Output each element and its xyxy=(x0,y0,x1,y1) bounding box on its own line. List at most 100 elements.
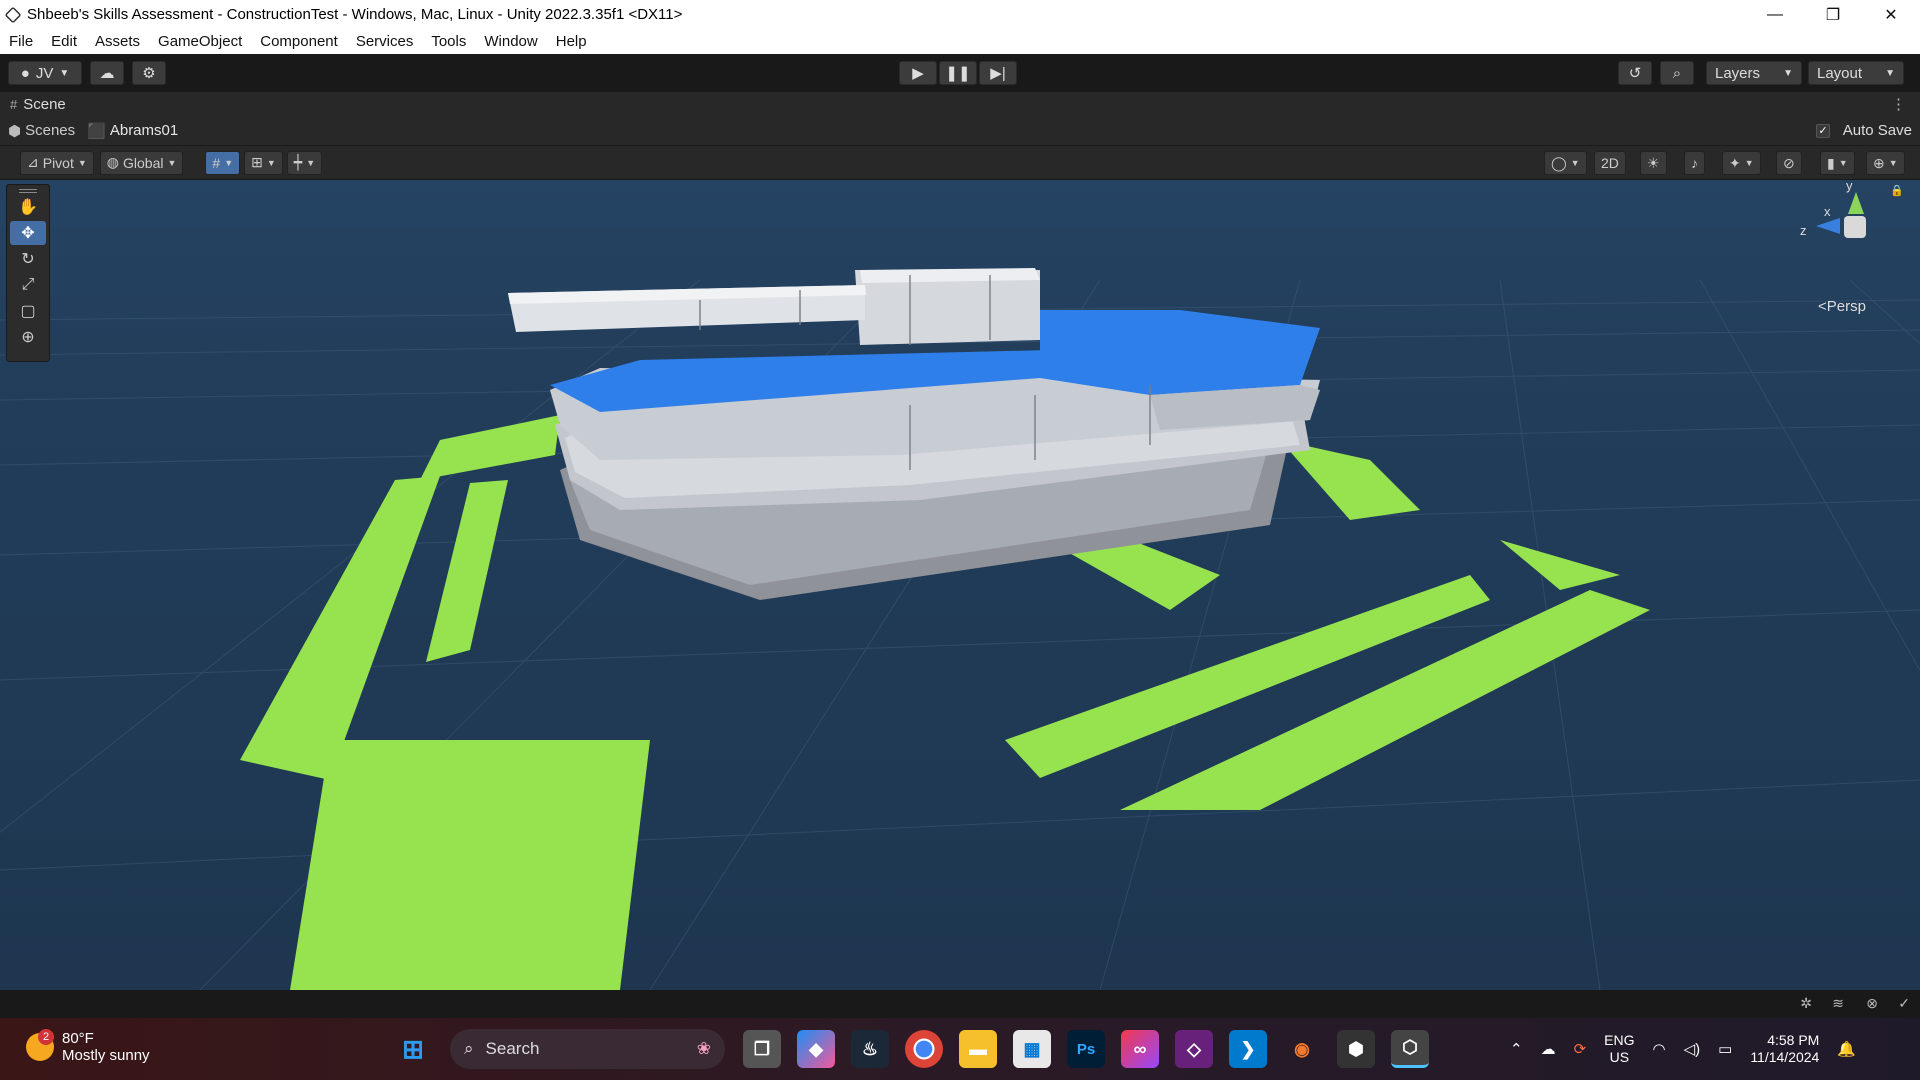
scale-icon: ⤢ xyxy=(21,276,35,293)
creative-cloud-button[interactable]: ∞ xyxy=(1121,1030,1159,1068)
steam-button[interactable]: ♨ xyxy=(851,1030,889,1068)
camera-dropdown[interactable]: ▮ ▼ xyxy=(1820,151,1855,175)
menu-edit[interactable]: Edit xyxy=(42,33,86,50)
gizmo-z-cone[interactable] xyxy=(1816,218,1840,234)
breadcrumb-object[interactable]: Abrams01 xyxy=(110,122,178,139)
notifications-icon[interactable]: 🔔 xyxy=(1837,1040,1856,1058)
effects-icon: ✦ xyxy=(1729,154,1741,171)
move-tool[interactable]: ✥ xyxy=(10,221,46,245)
auto-save-checkbox[interactable]: ✓ xyxy=(1816,124,1830,138)
start-button[interactable]: ⊞ xyxy=(394,1030,432,1068)
minimize-button[interactable]: — xyxy=(1746,0,1804,29)
chevron-down-icon: ▼ xyxy=(266,157,276,168)
step-button[interactable]: ▶| xyxy=(979,61,1017,85)
gizmos-dropdown[interactable]: ⊕ ▼ xyxy=(1866,151,1905,175)
sync-icon[interactable]: ⟳ xyxy=(1574,1040,1587,1058)
increment-snap-toggle[interactable]: ┿ ▼ xyxy=(286,150,323,175)
menu-component[interactable]: Component xyxy=(251,33,347,50)
breadcrumb-scenes[interactable]: Scenes xyxy=(25,122,75,139)
maximize-button[interactable]: ❐ xyxy=(1804,0,1862,29)
wifi-icon[interactable]: ◠ xyxy=(1653,1040,1666,1058)
layout-dropdown[interactable]: Layout ▼ xyxy=(1808,61,1904,85)
orientation-gizmo[interactable]: y x z 🔒 xyxy=(1790,180,1910,270)
network-off-icon[interactable]: ⊗ xyxy=(1866,995,1878,1012)
show-hidden-icons-button[interactable]: ⌃ xyxy=(1510,1040,1523,1058)
layers-dropdown[interactable]: Layers ▼ xyxy=(1706,61,1802,85)
chevron-down-icon: ▼ xyxy=(167,157,177,168)
more-options-icon[interactable]: ⋮ xyxy=(1891,95,1906,113)
clock-date: 11/14/2024 xyxy=(1750,1049,1820,1065)
menu-tools[interactable]: Tools xyxy=(422,33,475,50)
effects-dropdown[interactable]: ✦ ▼ xyxy=(1722,151,1761,175)
lang-label: ENG xyxy=(1604,1032,1635,1048)
menu-window[interactable]: Window xyxy=(475,33,546,50)
check-circle-icon[interactable]: ✓ xyxy=(1898,995,1910,1012)
lighting-toggle[interactable]: ☀ xyxy=(1640,151,1667,175)
onedrive-icon[interactable]: ☁ xyxy=(1541,1040,1556,1058)
grid-snap-toggle[interactable]: # ▼ xyxy=(205,150,241,175)
projection-toggle[interactable]: <Persp xyxy=(1818,298,1866,315)
grid-icon: # xyxy=(10,96,18,112)
gizmo-y-cone[interactable] xyxy=(1848,192,1864,214)
debug-icon[interactable]: ✲ xyxy=(1800,995,1812,1012)
clock[interactable]: 4:58 PM 11/14/2024 xyxy=(1750,1032,1819,1066)
store-button[interactable]: ▦ xyxy=(1013,1030,1051,1068)
pivot-dropdown[interactable]: ⊿ Pivot ▼ xyxy=(20,150,94,175)
menu-help[interactable]: Help xyxy=(547,33,596,50)
scene-visibility-toggle[interactable]: ⊘ xyxy=(1776,151,1802,175)
menu-file[interactable]: File xyxy=(0,33,42,50)
scene-tab-bar: # Scene ⋮ xyxy=(0,92,1920,116)
unity-editor-button[interactable]: ⬡ xyxy=(1391,1030,1429,1068)
vscode-button[interactable]: ❯ xyxy=(1229,1030,1267,1068)
draw-mode-dropdown[interactable]: ◯ ▼ xyxy=(1544,151,1587,175)
menu-services[interactable]: Services xyxy=(347,33,423,50)
hand-tool[interactable]: ✋ xyxy=(10,195,46,219)
account-dropdown[interactable]: ● JV ▼ xyxy=(8,61,82,85)
scale-tool[interactable]: ⤢ xyxy=(10,273,46,297)
copilot-button[interactable]: ◆ xyxy=(797,1030,835,1068)
cloud-button[interactable]: ☁ xyxy=(90,61,124,85)
gizmo-lock-icon[interactable]: 🔒 xyxy=(1890,184,1904,197)
window-title: Shbeeb's Skills Assessment - Constructio… xyxy=(27,6,683,23)
photoshop-button[interactable]: Ps xyxy=(1067,1030,1105,1068)
rect-tool[interactable]: ▢ xyxy=(10,299,46,323)
transform-tool[interactable]: ⊕ xyxy=(10,325,46,349)
chrome-button[interactable] xyxy=(905,1030,943,1068)
file-explorer-button[interactable]: ▬ xyxy=(959,1030,997,1068)
unity-hub-button[interactable]: ⬢ xyxy=(1337,1030,1375,1068)
pause-button[interactable]: ❚❚ xyxy=(939,61,977,85)
scene-view-toolbar: ⊿ Pivot ▼ ◍ Global ▼ # ▼ ⊞ ▼ ┿ ▼ ◯ ▼ 2D … xyxy=(0,146,1920,180)
search-icon: ⌕ xyxy=(464,1039,474,1058)
scene-render xyxy=(0,180,1920,990)
chevron-down-icon: ▼ xyxy=(1570,158,1580,168)
panel-handle[interactable] xyxy=(19,189,37,193)
layers-stack-icon[interactable]: ≋ xyxy=(1832,995,1844,1012)
search-button[interactable]: ⌕ xyxy=(1660,61,1694,85)
audio-toggle[interactable]: ♪ xyxy=(1684,151,1705,175)
unity-logo-icon xyxy=(4,6,22,23)
task-view-button[interactable]: ❐ xyxy=(743,1030,781,1068)
global-dropdown[interactable]: ◍ Global ▼ xyxy=(99,150,184,175)
menu-assets[interactable]: Assets xyxy=(86,33,149,50)
tab-scene[interactable]: Scene xyxy=(23,96,66,113)
unity-hub-icon: ⬢ xyxy=(1348,1038,1364,1059)
chevron-down-icon: ▼ xyxy=(1744,158,1754,168)
rotate-tool[interactable]: ↻ xyxy=(10,247,46,271)
toggle-2d-button[interactable]: 2D xyxy=(1594,151,1626,175)
scene-viewport[interactable]: y x z 🔒 <Persp xyxy=(0,180,1920,990)
weather-widget[interactable]: 2 80°F Mostly sunny xyxy=(26,1029,150,1064)
blender-button[interactable]: ◉ xyxy=(1283,1030,1321,1068)
gizmo-center-cube[interactable] xyxy=(1844,216,1866,238)
collab-button[interactable]: ⚙ xyxy=(132,61,166,85)
battery-icon[interactable]: ▭ xyxy=(1718,1040,1732,1058)
menu-gameobject[interactable]: GameObject xyxy=(149,33,251,50)
volume-icon[interactable]: ◁) xyxy=(1684,1040,1701,1058)
history-button[interactable]: ↺ xyxy=(1618,61,1652,85)
visual-studio-button[interactable]: ◇ xyxy=(1175,1030,1213,1068)
close-button[interactable]: ✕ xyxy=(1862,0,1920,29)
taskbar-search[interactable]: ⌕ Search ❀ xyxy=(450,1029,725,1069)
language-indicator[interactable]: ENG US xyxy=(1604,1032,1634,1066)
toggle-2d-label: 2D xyxy=(1601,155,1619,171)
grid-visibility-toggle[interactable]: ⊞ ▼ xyxy=(244,150,283,175)
play-button[interactable]: ▶ xyxy=(899,61,937,85)
